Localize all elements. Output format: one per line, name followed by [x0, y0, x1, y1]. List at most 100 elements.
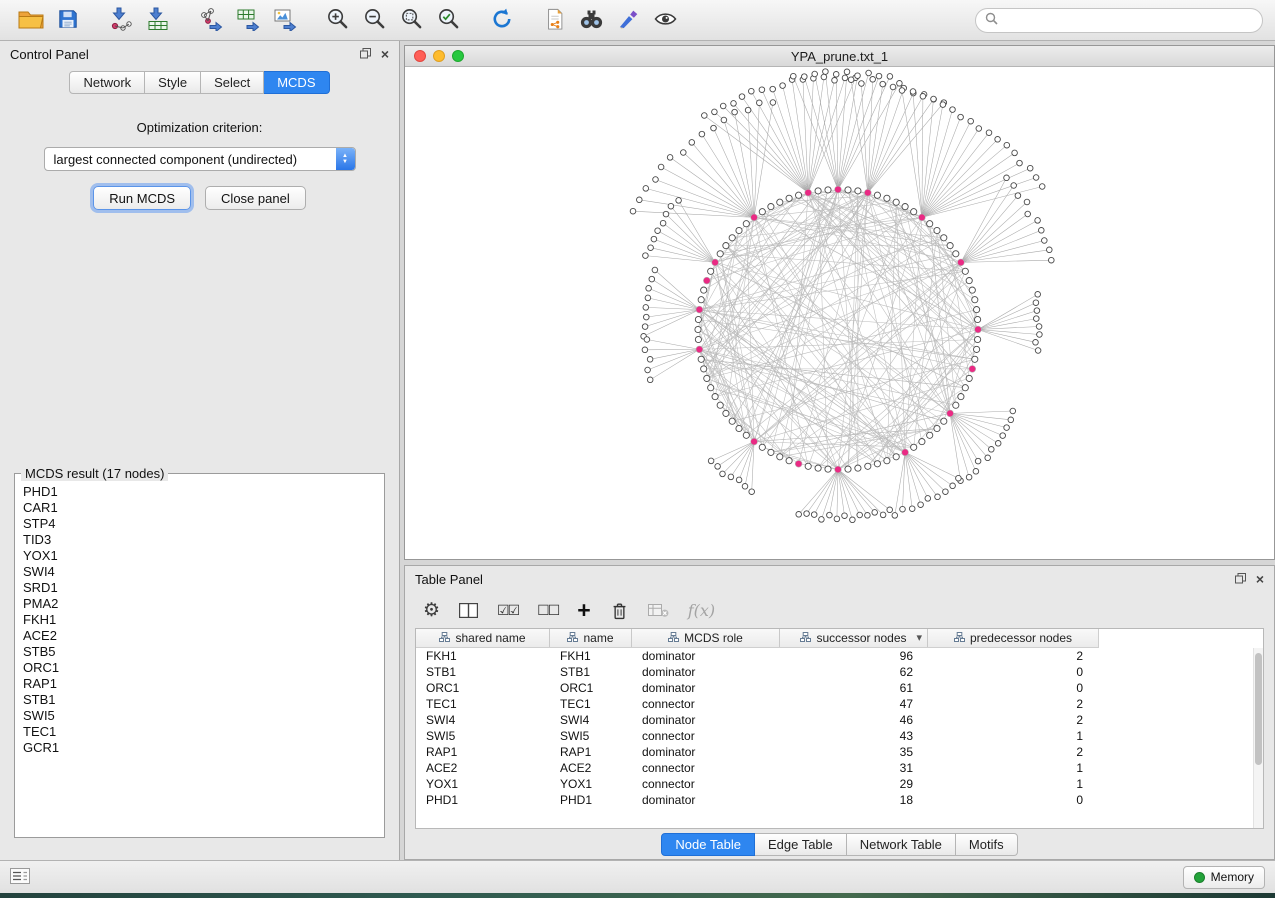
mcds-result-item[interactable]: PHD1 [23, 484, 376, 500]
create-column-button[interactable]: + [577, 600, 590, 620]
close-panel-icon[interactable]: × [381, 49, 389, 59]
mcds-result-item[interactable]: PMA2 [23, 596, 376, 612]
show-columns-button[interactable] [459, 603, 478, 618]
mcds-result-item[interactable]: TID3 [23, 532, 376, 548]
zoom-out-button[interactable] [356, 3, 393, 37]
apply-layout-button[interactable] [483, 3, 520, 37]
table-row[interactable]: TEC1TEC1connector472 [416, 696, 1099, 712]
sort-dropdown-icon[interactable]: ▾ [916, 631, 922, 644]
mcds-result-item[interactable]: TEC1 [23, 724, 376, 740]
show-hide-button[interactable] [647, 3, 684, 37]
import-table-button[interactable] [139, 3, 176, 37]
column-header-MCDS-role[interactable]: MCDS role [632, 629, 780, 647]
search-input[interactable] [1004, 13, 1253, 28]
table-cell: 18 [780, 792, 928, 808]
export-image-button[interactable] [266, 3, 303, 37]
table-cell: YOX1 [416, 776, 550, 792]
zoom-in-button[interactable] [319, 3, 356, 37]
close-panel-icon[interactable]: × [1256, 574, 1264, 584]
column-header-predecessor-nodes[interactable]: predecessor nodes [928, 629, 1098, 647]
run-mcds-button[interactable]: Run MCDS [93, 186, 191, 210]
delete-table-button [648, 603, 669, 618]
unselect-all-columns-button[interactable]: ☐☐ [537, 602, 558, 619]
table-row[interactable]: RAP1RAP1dominator352 [416, 744, 1099, 760]
zoom-in-icon [326, 7, 349, 33]
table-row[interactable]: YOX1YOX1connector291 [416, 776, 1099, 792]
delete-column-button[interactable] [610, 600, 629, 621]
mcds-result-item[interactable]: YOX1 [23, 548, 376, 564]
export-table-button[interactable] [229, 3, 266, 37]
table-cell: 96 [780, 648, 928, 664]
criterion-dropdown[interactable]: largest connected component (undirected)… [44, 147, 356, 171]
clone-network-button[interactable] [536, 3, 573, 37]
mcds-result-item[interactable]: STB5 [23, 644, 376, 660]
export-network-button[interactable] [192, 3, 229, 37]
table-row[interactable]: FKH1FKH1dominator962 [416, 648, 1099, 664]
mcds-result-item[interactable]: FKH1 [23, 612, 376, 628]
save-session-button[interactable] [49, 3, 86, 37]
close-window-icon[interactable] [414, 50, 426, 62]
tab-motifs[interactable]: Motifs [956, 833, 1018, 856]
memory-button[interactable]: Memory [1183, 866, 1265, 889]
column-header-successor-nodes[interactable]: successor nodes▾ [780, 629, 928, 647]
table-row[interactable]: ACE2ACE2connector311 [416, 760, 1099, 776]
table-scrollbar[interactable] [1253, 648, 1263, 828]
network-view-titlebar[interactable]: YPA_prune.txt_1 [405, 46, 1274, 67]
tab-node-table[interactable]: Node Table [661, 833, 755, 856]
table-cell: SWI5 [550, 728, 632, 744]
float-panel-icon[interactable] [1235, 572, 1246, 587]
network-canvas[interactable] [405, 67, 1269, 559]
scrollbar-thumb[interactable] [1255, 653, 1262, 765]
mcds-result-item[interactable]: SWI5 [23, 708, 376, 724]
mcds-result-item[interactable]: SRD1 [23, 580, 376, 596]
tab-network[interactable]: Network [69, 71, 145, 94]
tab-select[interactable]: Select [201, 71, 264, 94]
minimize-window-icon[interactable] [433, 50, 445, 62]
tab-mcds[interactable]: MCDS [264, 71, 329, 94]
table-cell: YOX1 [550, 776, 632, 792]
column-header-shared-name[interactable]: shared name [416, 629, 550, 647]
zoom-fit-icon [400, 7, 423, 33]
table-row[interactable]: PHD1PHD1dominator180 [416, 792, 1099, 808]
table-row[interactable]: SWI5SWI5connector431 [416, 728, 1099, 744]
table-cell: ORC1 [550, 680, 632, 696]
control-panel-title: Control Panel [10, 47, 89, 62]
first-neighbors-button[interactable] [573, 3, 610, 37]
mcds-result-item[interactable]: ACE2 [23, 628, 376, 644]
attribute-type-icon [439, 631, 450, 645]
table-row[interactable]: ORC1ORC1dominator610 [416, 680, 1099, 696]
mcds-result-item[interactable]: STB1 [23, 692, 376, 708]
workspace: Control Panel × NetworkStyleSelectMCDS O… [0, 41, 1275, 860]
table-cell: 0 [928, 680, 1098, 696]
mcds-result-item[interactable]: RAP1 [23, 676, 376, 692]
table-cell: 35 [780, 744, 928, 760]
tab-style[interactable]: Style [145, 71, 201, 94]
tab-edge-table[interactable]: Edge Table [755, 833, 847, 856]
search-box[interactable] [975, 8, 1263, 33]
column-header-name[interactable]: name [550, 629, 632, 647]
table-row[interactable]: STB1STB1dominator620 [416, 664, 1099, 680]
control-panel-titlebar: Control Panel × [0, 41, 399, 67]
table-cell: 62 [780, 664, 928, 680]
apply-style-button[interactable] [610, 3, 647, 37]
mcds-result-item[interactable]: STP4 [23, 516, 376, 532]
attribute-type-icon [668, 631, 679, 645]
table-settings-button[interactable]: ⚙ [423, 601, 440, 620]
float-panel-icon[interactable] [360, 47, 371, 62]
panel-list-button[interactable] [10, 868, 30, 887]
import-network-button[interactable] [102, 3, 139, 37]
mcds-result-item[interactable]: CAR1 [23, 500, 376, 516]
mcds-result-item[interactable]: SWI4 [23, 564, 376, 580]
close-panel-button[interactable]: Close panel [205, 186, 306, 210]
maximize-window-icon[interactable] [452, 50, 464, 62]
mcds-result-item[interactable]: GCR1 [23, 740, 376, 756]
mcds-result-item[interactable]: ORC1 [23, 660, 376, 676]
tab-network-table[interactable]: Network Table [847, 833, 956, 856]
table-row[interactable]: SWI4SWI4dominator462 [416, 712, 1099, 728]
table-cell: FKH1 [550, 648, 632, 664]
zoom-selected-button[interactable] [430, 3, 467, 37]
open-session-button[interactable] [12, 3, 49, 37]
select-all-columns-button[interactable]: ☑☑ [497, 602, 518, 619]
table-cell: dominator [632, 712, 780, 728]
zoom-fit-button[interactable] [393, 3, 430, 37]
